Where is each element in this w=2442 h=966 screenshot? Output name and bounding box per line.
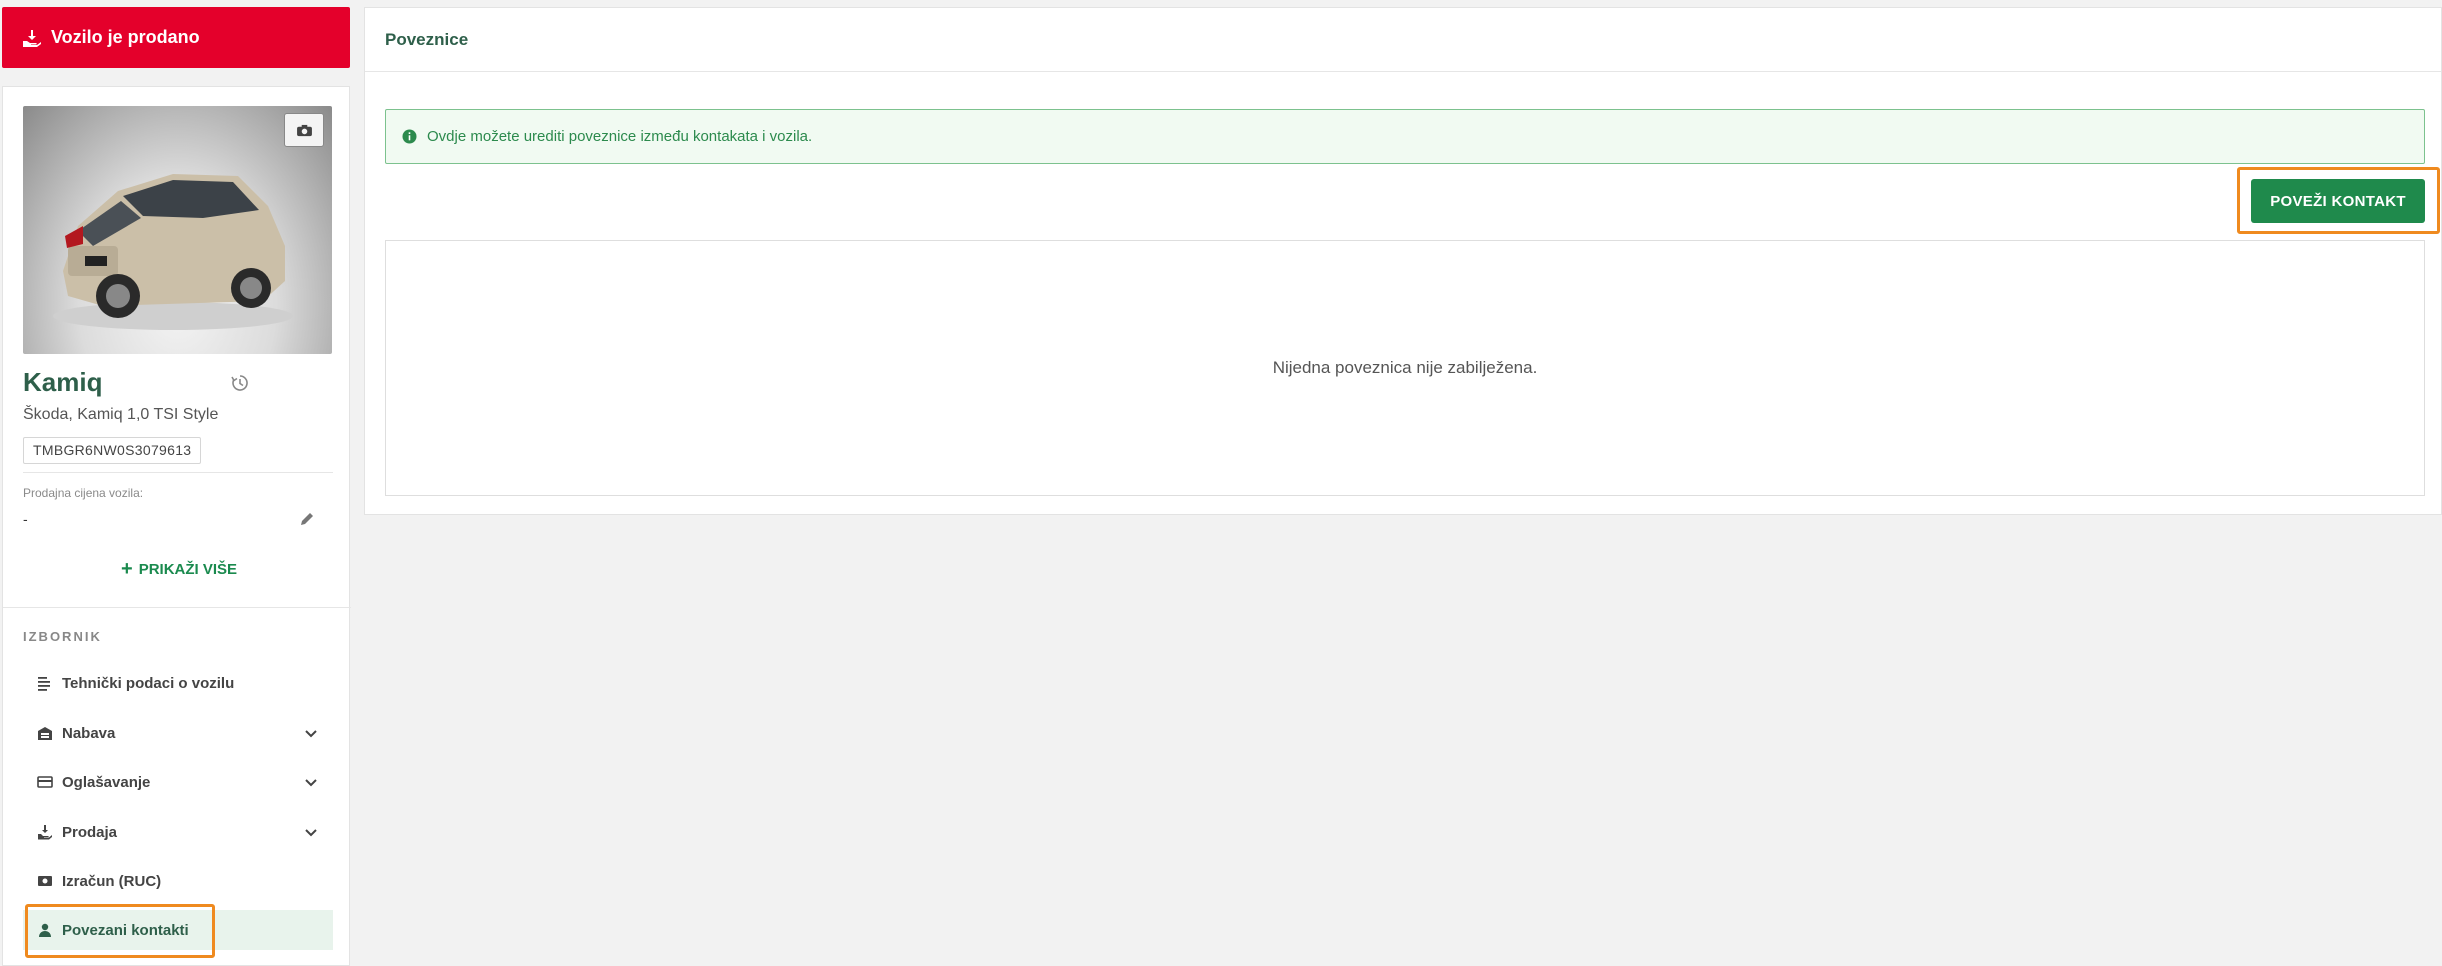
- vehicle-name: Kamiq: [23, 367, 103, 397]
- divider: [23, 472, 333, 473]
- sold-banner-label: Vozilo je prodano: [51, 27, 200, 47]
- vehicle-sidebar: Kamiq Škoda, Kamiq 1,0 TSI Style TMBGR6N…: [2, 86, 351, 966]
- history-icon[interactable]: [231, 374, 249, 392]
- info-alert: Ovdje možete urediti poveznice između ko…: [385, 109, 2425, 164]
- chevron-down-icon[interactable]: [303, 824, 319, 840]
- connect-contact-button[interactable]: POVEŽI KONTAKT: [2251, 179, 2425, 223]
- list-icon: [37, 675, 53, 691]
- empty-state-text: Nijedna poveznica nije zabilježena.: [1272, 358, 1538, 377]
- card-icon: [37, 774, 53, 790]
- info-alert-text: Ovdje možete urediti poveznice između ko…: [427, 128, 813, 145]
- camera-icon: [296, 124, 312, 136]
- links-panel: Poveznice Ovdje možete urediti poveznice…: [364, 7, 2442, 515]
- show-more-label: PRIKAŽI VIŠE: [138, 560, 238, 578]
- menu-heading: IZBORNIK: [23, 629, 102, 644]
- divider: [3, 607, 351, 608]
- vin-badge: TMBGR6NW0S3079613: [23, 437, 202, 464]
- vehicle-sold-banner[interactable]: Vozilo je prodano: [2, 7, 350, 68]
- highlight-frame: [25, 904, 215, 958]
- sidebar-item-technical-data[interactable]: Tehnički podaci o vozilu: [23, 663, 333, 703]
- price-label: Prodajna cijena vozila:: [23, 486, 144, 500]
- hand-sold-icon: [37, 824, 53, 840]
- price-value: -: [23, 511, 28, 527]
- vehicle-model: Škoda, Kamiq 1,0 TSI Style: [23, 406, 219, 423]
- hand-sold-icon: [22, 28, 42, 48]
- chevron-down-icon[interactable]: [303, 725, 319, 741]
- sidebar-item-label: Nabava: [62, 724, 116, 742]
- sidebar-item-label: Izračun (RUC): [62, 872, 162, 890]
- chevron-down-icon[interactable]: [303, 774, 319, 790]
- plus-icon: +: [121, 558, 133, 580]
- sidebar-item-label: Prodaja: [62, 823, 118, 841]
- sidebar-item-povezani-kontakti[interactable]: Povezani kontakti: [23, 904, 333, 958]
- page-title: Poveznice: [365, 8, 2441, 72]
- sidebar-item-label: Tehnički podaci o vozilu: [62, 674, 235, 692]
- show-more-button[interactable]: + PRIKAŽI VIŠE: [121, 559, 237, 579]
- sidebar-item-nabava[interactable]: Nabava: [23, 713, 333, 753]
- warehouse-icon: [37, 725, 53, 741]
- sidebar-item-oglasavanje[interactable]: Oglašavanje: [23, 762, 333, 802]
- links-empty-state: Nijedna poveznica nije zabilježena.: [385, 240, 2425, 496]
- sidebar-item-label: Oglašavanje: [62, 773, 151, 791]
- camera-button[interactable]: [284, 113, 324, 147]
- edit-price-icon[interactable]: [299, 511, 315, 527]
- info-icon: [402, 129, 417, 144]
- sidebar-item-izracun[interactable]: Izračun (RUC): [23, 861, 333, 901]
- vehicle-photo[interactable]: [23, 106, 332, 354]
- cash-icon: [37, 873, 53, 889]
- sidebar-item-prodaja[interactable]: Prodaja: [23, 812, 333, 852]
